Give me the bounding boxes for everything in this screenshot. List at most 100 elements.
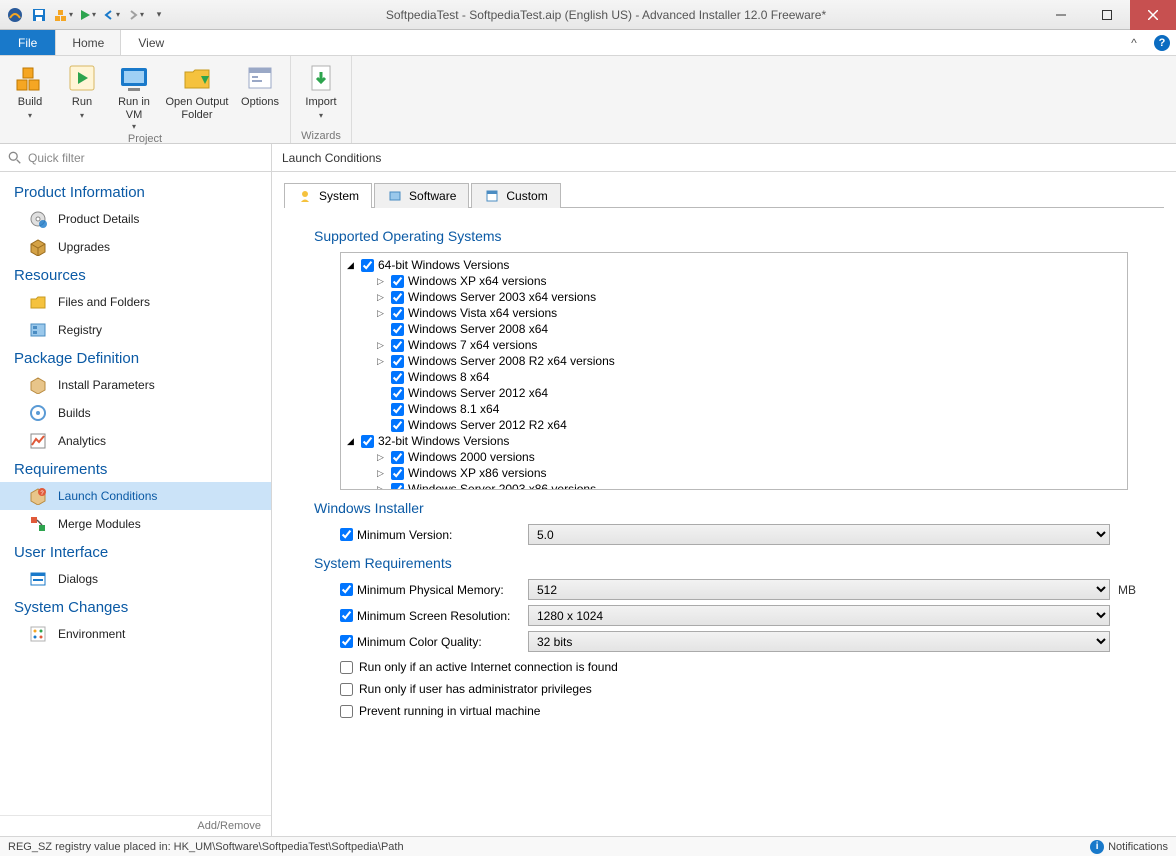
nav-cat-resources[interactable]: Resources	[0, 261, 271, 288]
min-color-checkbox[interactable]: Minimum Color Quality:	[340, 635, 520, 649]
home-tab[interactable]: Home	[55, 30, 121, 55]
min-memory-checkbox[interactable]: Minimum Physical Memory:	[340, 583, 520, 597]
os-tree-node[interactable]: ◢ 32-bit Windows Versions	[347, 433, 1121, 449]
os-checkbox[interactable]	[391, 339, 404, 352]
os-tree-node[interactable]: ▷Windows Server 2003 x86 versions	[347, 481, 1121, 490]
min-res-select[interactable]: 1280 x 1024	[528, 605, 1110, 626]
collapse-ribbon-icon[interactable]: ^	[1120, 30, 1148, 55]
nav-cat-ui[interactable]: User Interface	[0, 538, 271, 565]
nav-cat-package-def[interactable]: Package Definition	[0, 344, 271, 371]
nav-install-params[interactable]: Install Parameters	[0, 371, 271, 399]
tab-system[interactable]: System	[284, 183, 372, 208]
vm-checkbox[interactable]: Prevent running in virtual machine	[340, 704, 1158, 718]
tree-expand-icon[interactable]: ◢	[347, 257, 357, 273]
open-output-button[interactable]: Open Output Folder	[160, 58, 234, 131]
back-icon[interactable]: ▾	[100, 4, 122, 26]
forward-icon[interactable]: ▾	[124, 4, 146, 26]
os-checkbox[interactable]	[391, 483, 404, 491]
close-button[interactable]	[1130, 0, 1176, 30]
tree-expand-icon[interactable]: ▷	[377, 273, 387, 289]
os-tree[interactable]: ◢64-bit Windows Versions▷Windows XP x64 …	[340, 252, 1128, 490]
nav-cat-requirements[interactable]: Requirements	[0, 455, 271, 482]
os-tree-node[interactable]: ▷Windows 2000 versions	[347, 449, 1121, 465]
os-tree-node[interactable]: Windows Server 2008 x64	[347, 321, 1121, 337]
nav-builds[interactable]: Builds	[0, 399, 271, 427]
os-checkbox[interactable]	[391, 355, 404, 368]
options-button[interactable]: Options	[234, 58, 286, 131]
admin-checkbox[interactable]: Run only if user has administrator privi…	[340, 682, 1158, 696]
file-tab[interactable]: File	[0, 30, 55, 55]
maximize-button[interactable]	[1084, 0, 1130, 30]
minimize-button[interactable]	[1038, 0, 1084, 30]
nav-files-folders[interactable]: Files and Folders	[0, 288, 271, 316]
tree-expand-icon[interactable]: ▷	[377, 465, 387, 481]
nav-upgrades[interactable]: Upgrades	[0, 233, 271, 261]
os-tree-node[interactable]: Windows 8.1 x64	[347, 401, 1121, 417]
tree-expand-icon[interactable]: ▷	[377, 481, 387, 490]
os-tree-node[interactable]: ▷Windows XP x64 versions	[347, 273, 1121, 289]
run-vm-button[interactable]: Run in VM▾	[108, 58, 160, 131]
os-checkbox[interactable]	[361, 435, 374, 448]
run-button[interactable]: Run▾	[56, 58, 108, 131]
nav-registry[interactable]: Registry	[0, 316, 271, 344]
app-icon[interactable]	[4, 4, 26, 26]
os-checkbox[interactable]	[391, 403, 404, 416]
disc-icon	[28, 209, 48, 229]
os-checkbox[interactable]	[391, 451, 404, 464]
os-checkbox[interactable]	[391, 387, 404, 400]
os-label: Windows 8 x64	[408, 369, 489, 385]
os-checkbox[interactable]	[391, 323, 404, 336]
view-tab[interactable]: View	[121, 30, 181, 55]
nav-environment[interactable]: Environment	[0, 620, 271, 648]
internet-checkbox[interactable]: Run only if an active Internet connectio…	[340, 660, 1158, 674]
notifications-button[interactable]: iNotifications	[1090, 840, 1168, 854]
tree-expand-icon[interactable]: ◢	[347, 433, 357, 449]
os-tree-node[interactable]: Windows Server 2012 R2 x64	[347, 417, 1121, 433]
os-tree-node[interactable]: Windows Server 2012 x64	[347, 385, 1121, 401]
os-tree-node[interactable]: ◢64-bit Windows Versions	[347, 257, 1121, 273]
qat-customize-icon[interactable]: ▾	[148, 4, 170, 26]
tab-custom[interactable]: Custom	[471, 183, 560, 208]
nav-merge-modules[interactable]: Merge Modules	[0, 510, 271, 538]
min-memory-select[interactable]: 512	[528, 579, 1110, 600]
os-checkbox[interactable]	[361, 259, 374, 272]
os-tree-node[interactable]: Windows 8 x64	[347, 369, 1121, 385]
os-checkbox[interactable]	[391, 291, 404, 304]
build-icon[interactable]: ▾	[52, 4, 74, 26]
min-color-select[interactable]: 32 bits	[528, 631, 1110, 652]
min-version-checkbox[interactable]: Minimum Version:	[340, 528, 520, 542]
tree-expand-icon[interactable]: ▷	[377, 289, 387, 305]
os-tree-node[interactable]: ▷Windows Server 2003 x64 versions	[347, 289, 1121, 305]
nav-cat-product-info[interactable]: Product Information	[0, 178, 271, 205]
nav-product-details[interactable]: Product Details	[0, 205, 271, 233]
tree-expand-icon[interactable]: ▷	[377, 449, 387, 465]
quick-filter-input[interactable]: Quick filter	[0, 144, 271, 172]
os-checkbox[interactable]	[391, 467, 404, 480]
os-checkbox[interactable]	[391, 419, 404, 432]
add-remove-link[interactable]: Add/Remove	[0, 815, 271, 836]
nav-analytics[interactable]: Analytics	[0, 427, 271, 455]
build-button[interactable]: Build▾	[4, 58, 56, 131]
nav-cat-syschanges[interactable]: System Changes	[0, 593, 271, 620]
save-icon[interactable]	[28, 4, 50, 26]
os-checkbox[interactable]	[391, 371, 404, 384]
import-button[interactable]: Import▾	[295, 58, 347, 128]
tab-software[interactable]: Software	[374, 183, 469, 208]
min-version-select[interactable]: 5.0	[528, 524, 1110, 545]
help-icon[interactable]: ?	[1148, 30, 1176, 55]
os-label: 32-bit Windows Versions	[378, 433, 509, 449]
os-tree-node[interactable]: ▷Windows Server 2008 R2 x64 versions	[347, 353, 1121, 369]
nav-launch-conditions[interactable]: ?Launch Conditions	[0, 482, 271, 510]
tree-expand-icon[interactable]: ▷	[377, 337, 387, 353]
run-icon[interactable]: ▾	[76, 4, 98, 26]
os-checkbox[interactable]	[391, 275, 404, 288]
min-res-checkbox[interactable]: Minimum Screen Resolution:	[340, 609, 520, 623]
os-tree-node[interactable]: ▷Windows Vista x64 versions	[347, 305, 1121, 321]
nav-dialogs[interactable]: Dialogs	[0, 565, 271, 593]
os-tree-node[interactable]: ▷ Windows 7 x64 versions	[347, 337, 1121, 353]
os-label: Windows 7 x64 versions	[408, 337, 537, 353]
os-checkbox[interactable]	[391, 307, 404, 320]
tree-expand-icon[interactable]: ▷	[377, 305, 387, 321]
tree-expand-icon[interactable]: ▷	[377, 353, 387, 369]
os-tree-node[interactable]: ▷Windows XP x86 versions	[347, 465, 1121, 481]
